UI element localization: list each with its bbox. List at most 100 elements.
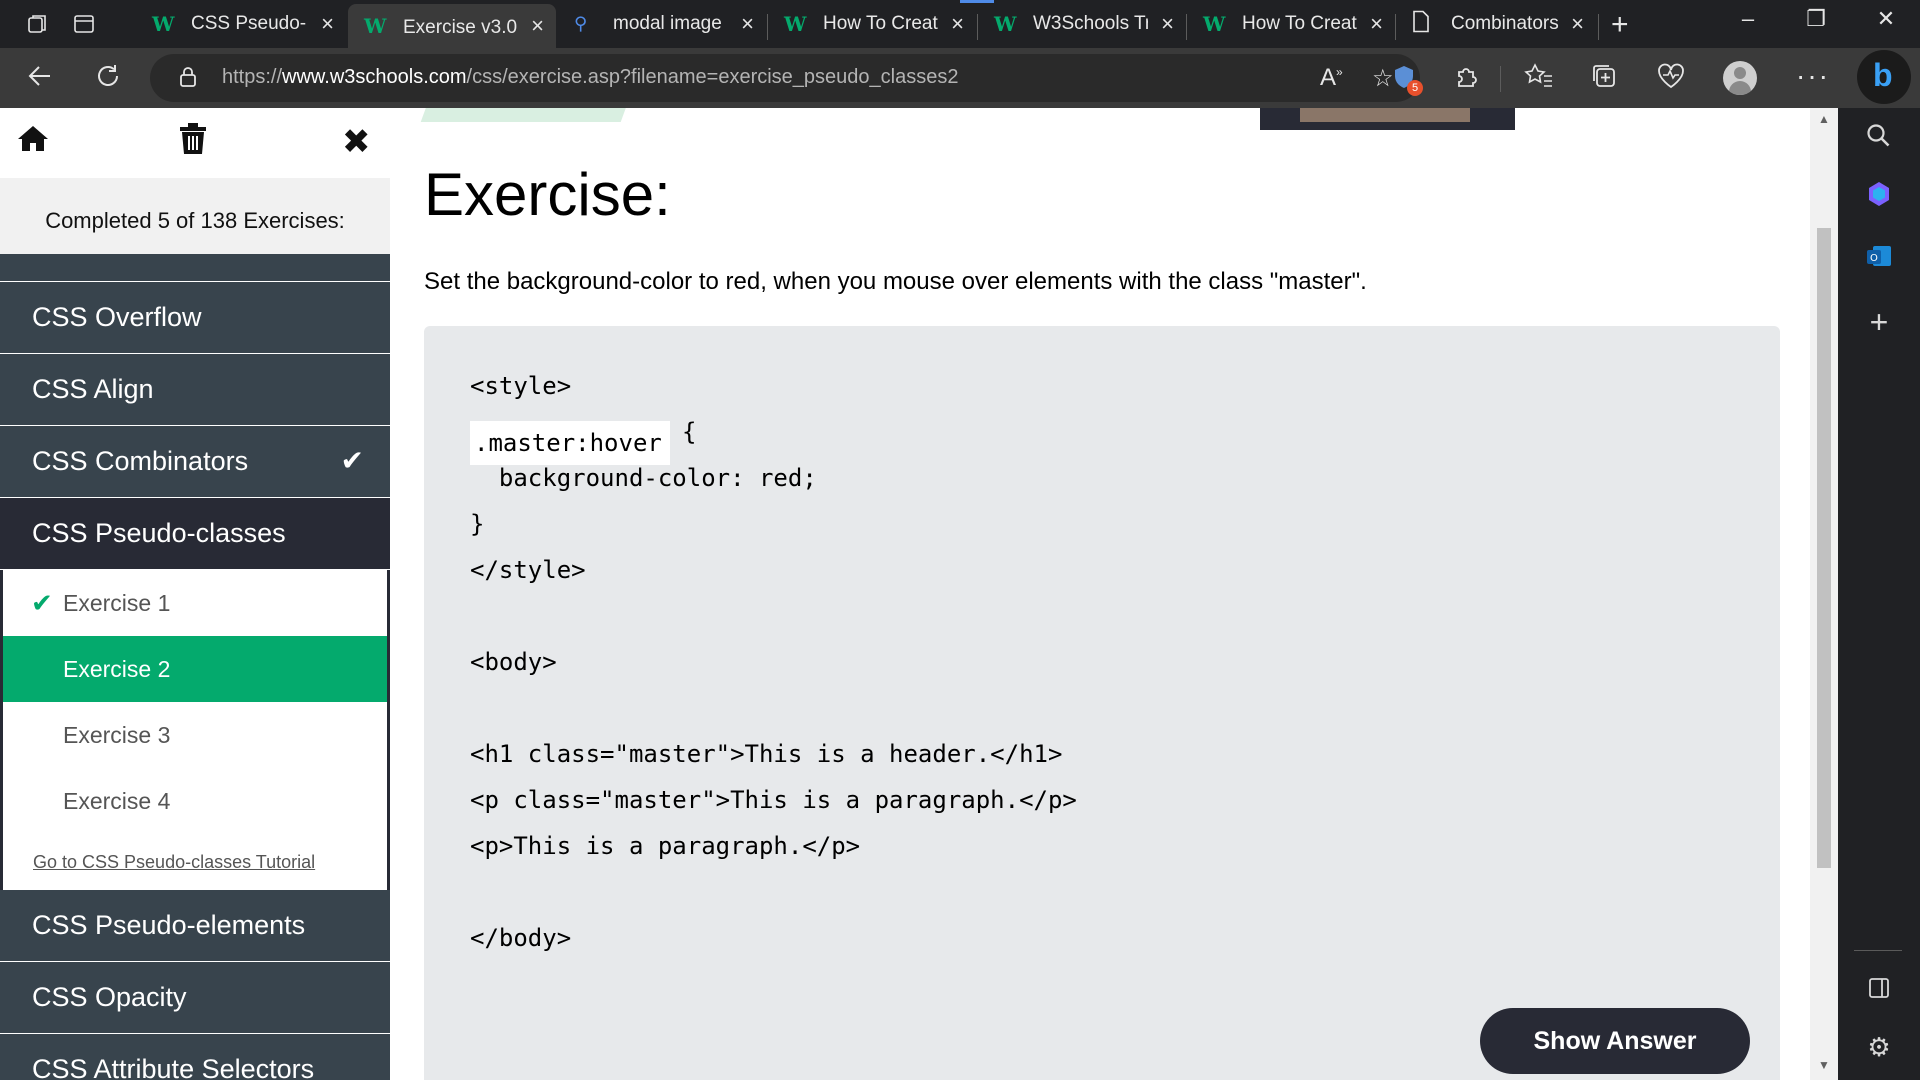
tutorial-link[interactable]: Go to CSS Pseudo-classes Tutorial — [33, 852, 315, 873]
category-item-partial[interactable] — [0, 254, 390, 282]
category-list: CSS Overflow CSS Align CSS Combinators ✔… — [0, 254, 390, 1080]
settings-gear-icon[interactable]: ⚙ — [1838, 1032, 1920, 1063]
close-icon[interactable]: × — [1161, 11, 1174, 37]
category-item-css-align[interactable]: CSS Align — [0, 354, 390, 426]
category-label: CSS Attribute Selectors — [32, 1054, 315, 1080]
close-icon[interactable]: × — [1370, 11, 1383, 37]
category-item-css-attribute-selectors[interactable]: CSS Attribute Selectors — [0, 1034, 390, 1080]
tab-0[interactable]: W CSS Pseudo-cl × — [136, 6, 346, 42]
exercise-sublist: ✔ Exercise 1 Exercise 2 Exercise 3 Exerc… — [0, 570, 390, 890]
add-sidebar-app-icon[interactable]: + — [1838, 304, 1920, 341]
favorites-icon[interactable] — [1524, 62, 1554, 97]
category-label: CSS Combinators — [32, 446, 249, 476]
address-bar[interactable]: https://www.w3schools.com/css/exercise.a… — [150, 54, 1423, 102]
sidebar-divider — [1854, 950, 1902, 951]
w3schools-icon: W — [364, 14, 387, 38]
category-item-css-combinators[interactable]: CSS Combinators ✔ — [0, 426, 390, 498]
profile-avatar[interactable] — [1723, 61, 1757, 95]
url-domain: www.w3schools.com — [282, 66, 467, 88]
exercise-title: Exercise: — [424, 161, 671, 228]
tab-title: How To Creat — [823, 13, 938, 34]
tab-actions-icon[interactable] — [72, 12, 96, 36]
tab-title: W3Schools Tr — [1033, 13, 1148, 34]
close-icon[interactable]: × — [1571, 11, 1584, 37]
scrollbar-thumb[interactable] — [1817, 228, 1831, 868]
close-window-icon[interactable]: ✕ — [1866, 6, 1906, 32]
code-line: <style> — [470, 372, 572, 400]
tab-title: Exercise v3.0 — [403, 17, 518, 38]
page-scrollbar[interactable]: ▲ ▼ — [1810, 108, 1838, 1080]
tab-title: How To Creat — [1242, 13, 1357, 34]
tab-5[interactable]: W How To Creat × — [1187, 6, 1395, 42]
close-icon[interactable]: × — [321, 11, 334, 37]
search-icon[interactable] — [1838, 122, 1920, 157]
minimize-icon[interactable]: – — [1728, 6, 1768, 32]
collections-icon[interactable] — [1590, 62, 1618, 97]
tab-separator — [1598, 14, 1599, 40]
refresh-icon[interactable] — [94, 62, 122, 97]
code-line: } — [470, 510, 485, 538]
category-item-css-pseudo-elements[interactable]: CSS Pseudo-elements — [0, 890, 390, 962]
toolbar-separator — [1500, 66, 1501, 92]
tab-2[interactable]: ⚲ modal image × — [558, 6, 766, 42]
code-line: </style> — [470, 556, 586, 584]
answer-input[interactable] — [470, 421, 670, 465]
hide-sidebar-icon[interactable] — [1838, 976, 1920, 1007]
tab-loading-indicator — [960, 0, 994, 3]
exercise-item-4[interactable]: Exercise 4 — [3, 768, 387, 834]
code-box: <style> { background-color: red; } </sty… — [424, 326, 1780, 1080]
tab-1[interactable]: W Exercise v3.0 × — [348, 4, 556, 48]
tab-4[interactable]: W W3Schools Tr × — [978, 6, 1186, 42]
w3schools-icon: W — [1203, 12, 1226, 36]
category-item-css-overflow[interactable]: CSS Overflow — [0, 282, 390, 354]
category-label: CSS Pseudo-classes — [32, 518, 286, 548]
restore-icon[interactable]: ❐ — [1796, 6, 1836, 32]
category-label: CSS Opacity — [32, 982, 187, 1012]
workspaces-icon[interactable] — [26, 12, 50, 36]
close-icon[interactable]: × — [741, 11, 754, 37]
outlook-icon[interactable]: O — [1838, 242, 1920, 277]
show-answer-button[interactable]: Show Answer — [1480, 1008, 1750, 1074]
category-label: CSS Overflow — [32, 302, 202, 332]
trash-icon[interactable] — [178, 122, 208, 165]
tab-6[interactable]: Combinators × — [1396, 6, 1596, 42]
exercise-item-3[interactable]: Exercise 3 — [3, 702, 387, 768]
copilot-icon[interactable] — [1838, 180, 1920, 215]
tab-title: modal image — [613, 13, 722, 34]
exercise-item-2[interactable]: Exercise 2 — [3, 636, 387, 702]
favorite-star-icon[interactable]: ☆ — [1372, 64, 1394, 93]
close-icon[interactable]: × — [951, 11, 964, 37]
exercise-label: Exercise 2 — [63, 656, 171, 682]
read-aloud-icon[interactable]: A» — [1320, 64, 1343, 92]
scroll-up-arrow-icon[interactable]: ▲ — [1818, 112, 1830, 126]
tracking-prevention-icon[interactable]: 5 — [1391, 64, 1423, 96]
more-options-icon[interactable]: ··· — [1796, 60, 1830, 92]
tab-3[interactable]: W How To Creat × — [768, 6, 976, 42]
category-item-css-opacity[interactable]: CSS Opacity — [0, 962, 390, 1034]
browser-essentials-icon[interactable] — [1656, 62, 1686, 97]
svg-text:O: O — [1870, 253, 1878, 264]
url-text[interactable]: https://www.w3schools.com/css/exercise.a… — [222, 66, 958, 89]
code-line: <h1 class="master">This is a header.</h1… — [470, 740, 1063, 768]
w3schools-icon: W — [152, 12, 175, 36]
scroll-down-arrow-icon[interactable]: ▼ — [1818, 1058, 1830, 1072]
code-line: { — [682, 418, 697, 446]
w3schools-icon: W — [994, 12, 1017, 36]
lock-icon[interactable] — [178, 66, 198, 94]
close-menu-icon[interactable]: ✖ — [342, 122, 371, 162]
category-item-css-pseudo-classes[interactable]: CSS Pseudo-classes — [0, 498, 390, 570]
back-arrow-icon[interactable] — [26, 62, 54, 97]
new-tab-plus-icon[interactable]: + — [1611, 8, 1629, 42]
bing-copilot-icon[interactable]: b — [1857, 50, 1911, 104]
home-icon[interactable] — [16, 122, 50, 165]
tracking-count-badge: 5 — [1407, 80, 1423, 96]
category-label: CSS Align — [32, 374, 154, 404]
exercise-main: Exercise: Set the background-color to re… — [390, 108, 1810, 1080]
extensions-icon[interactable] — [1453, 62, 1481, 97]
exercise-menu: ✖ Completed 5 of 138 Exercises: CSS Over… — [0, 108, 390, 1080]
code-line: <body> — [470, 648, 557, 676]
exercise-item-1[interactable]: ✔ Exercise 1 — [3, 570, 387, 636]
checkmark-icon: ✔ — [340, 445, 364, 476]
close-icon[interactable]: × — [531, 13, 544, 39]
code-line: background-color: red; — [470, 464, 817, 492]
